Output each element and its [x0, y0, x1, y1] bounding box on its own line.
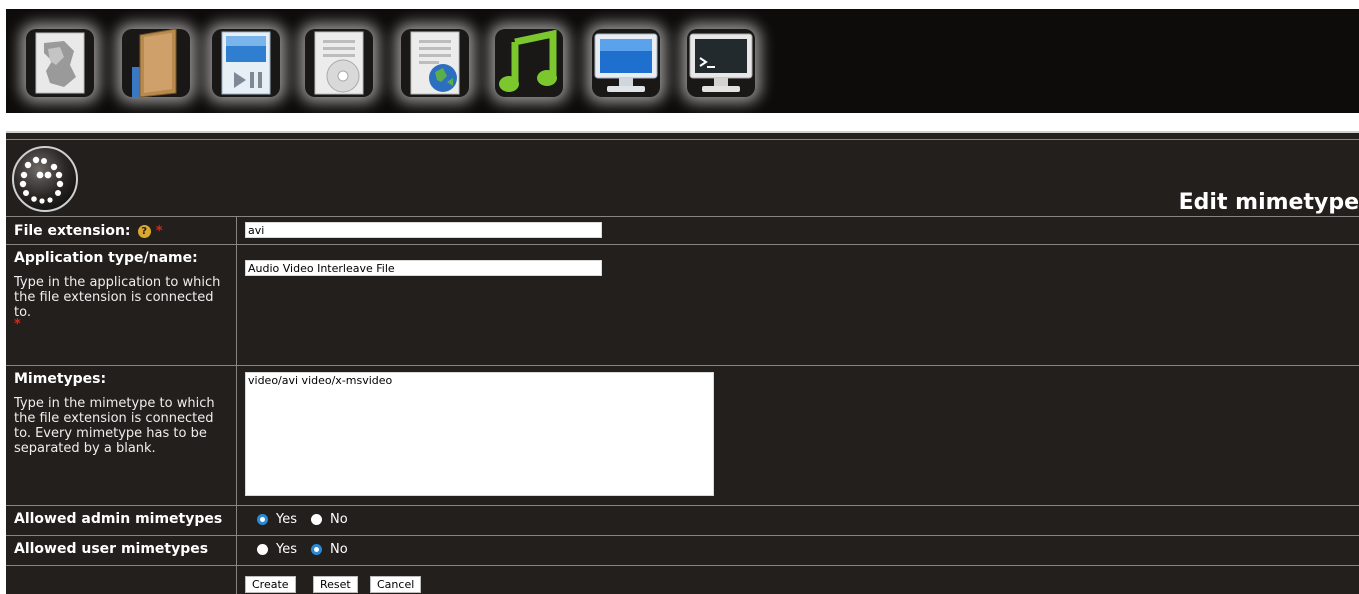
allowed-user-value-cell: Yes No	[245, 536, 1359, 565]
help-icon[interactable]: ?	[137, 225, 151, 238]
application-type-input[interactable]	[245, 260, 602, 276]
application-type-row: Application type/name: Type in the appli…	[6, 245, 1359, 366]
web-document-icon[interactable]	[395, 23, 475, 103]
allowed-admin-no-label[interactable]: No	[330, 512, 348, 527]
page-title: Edit mimetype	[1178, 190, 1359, 215]
cd-burner-icon[interactable]	[299, 23, 379, 103]
required-marker: *	[155, 224, 163, 239]
app-launcher-bar	[6, 9, 1359, 113]
allowed-admin-value-cell: Yes No	[245, 506, 1359, 535]
edit-mimetype-panel: Edit mimetype File extension: ? * Applic…	[6, 131, 1359, 594]
form-actions-cell: Create Reset Cancel	[245, 566, 1359, 594]
file-extension-value-cell	[245, 216, 1359, 244]
mimetypes-value-cell: video/avi video/x-msvideo	[245, 366, 1359, 505]
mimetypes-textarea[interactable]: video/avi video/x-msvideo	[245, 372, 714, 496]
mimetypes-label-cell: Mimetypes: Type in the mimetype to which…	[6, 366, 237, 505]
allowed-user-row: Allowed user mimetypes Yes No	[6, 536, 1359, 566]
allowed-admin-no-radio[interactable]	[311, 513, 322, 525]
file-extension-row: File extension: ? *	[6, 216, 1359, 245]
allowed-admin-label: Allowed admin mimetypes	[14, 511, 223, 527]
media-player-icon[interactable]	[206, 23, 286, 103]
allowed-user-yes-label[interactable]: Yes	[276, 542, 297, 557]
cancel-button[interactable]: Cancel	[370, 576, 422, 593]
allowed-admin-yes-label[interactable]: Yes	[276, 512, 297, 527]
application-type-label-cell: Application type/name: Type in the appli…	[6, 245, 237, 365]
mimetypes-label: Mimetypes:	[14, 371, 107, 387]
application-type-description: Type in the application to which the fil…	[14, 275, 221, 320]
allowed-user-label: Allowed user mimetypes	[14, 541, 209, 557]
file-manager-icon[interactable]	[116, 23, 196, 103]
allowed-admin-yes-radio[interactable]	[257, 513, 268, 525]
allowed-user-label-cell: Allowed user mimetypes	[6, 536, 237, 565]
allowed-user-radio-group: Yes No	[257, 540, 362, 558]
create-button[interactable]: Create	[245, 576, 296, 593]
form-actions-row: Create Reset Cancel	[6, 566, 1359, 594]
map-icon[interactable]	[20, 23, 100, 103]
mimetypes-description: Type in the mimetype to which the file e…	[14, 396, 215, 456]
application-type-label: Application type/name:	[14, 250, 198, 266]
application-type-value-cell	[245, 245, 1359, 365]
mimetypes-row: Mimetypes: Type in the mimetype to which…	[6, 366, 1359, 506]
allowed-user-no-radio[interactable]	[311, 543, 322, 555]
reset-button[interactable]: Reset	[313, 576, 358, 593]
allowed-user-no-label[interactable]: No	[330, 542, 348, 557]
display-icon[interactable]	[586, 23, 666, 103]
music-icon[interactable]	[489, 23, 569, 103]
form-actions-label-cell	[6, 566, 237, 594]
allowed-user-yes-radio[interactable]	[257, 543, 268, 555]
required-marker: *	[14, 317, 21, 332]
app-logo	[10, 143, 80, 213]
panel-header: Edit mimetype	[6, 139, 1359, 217]
terminal-icon[interactable]	[681, 23, 761, 103]
allowed-admin-label-cell: Allowed admin mimetypes	[6, 506, 237, 535]
file-extension-input[interactable]	[245, 222, 602, 238]
file-extension-label-cell: File extension: ? *	[6, 216, 237, 244]
file-extension-label: File extension:	[14, 223, 131, 239]
allowed-admin-radio-group: Yes No	[257, 510, 362, 528]
allowed-admin-row: Allowed admin mimetypes Yes No	[6, 506, 1359, 536]
